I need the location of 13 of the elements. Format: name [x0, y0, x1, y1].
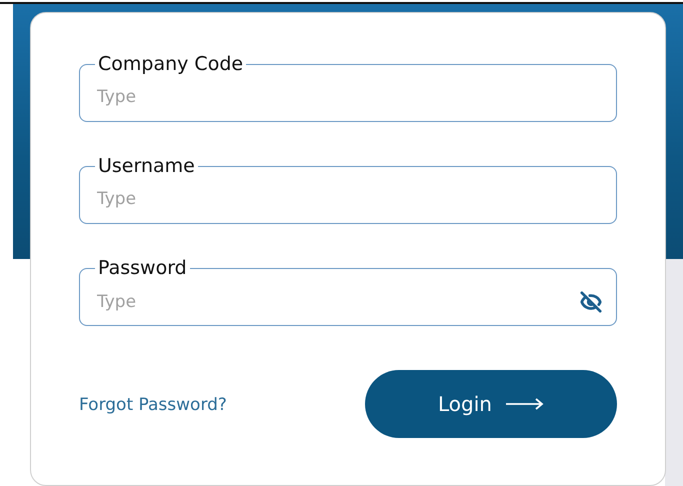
input-field[interactable]: Username Type	[79, 155, 617, 224]
forgot-password-link[interactable]: Forgot Password?	[79, 395, 227, 415]
input-field[interactable]: Password Type	[79, 257, 617, 326]
text-input[interactable]: Type	[97, 292, 580, 312]
text-input[interactable]: Type	[97, 189, 602, 209]
field-label: Username	[97, 155, 196, 177]
arrow-icon	[506, 398, 544, 410]
text-input[interactable]: Type	[97, 87, 602, 107]
login-button[interactable]: Login	[365, 370, 617, 438]
field-label: Password	[97, 257, 188, 279]
eye-slash-icon[interactable]	[580, 291, 602, 313]
field-label: Company Code	[97, 53, 244, 75]
input-field[interactable]: Company Code Type	[79, 53, 617, 122]
